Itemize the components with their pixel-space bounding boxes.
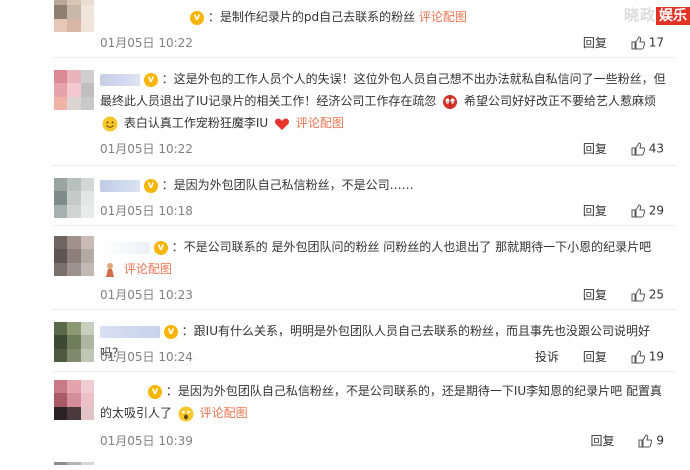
thumb-up-icon <box>631 350 645 364</box>
like-count: 25 <box>648 287 664 302</box>
comment-time: 01月05日 10:39 <box>100 434 193 448</box>
username-blurred[interactable] <box>100 73 140 86</box>
like-count: 29 <box>648 203 664 218</box>
comment-actions: 投诉 回复 19 <box>535 348 664 365</box>
like-count: 17 <box>648 35 664 50</box>
comment-actions: 回复 25 <box>583 286 664 303</box>
avatar[interactable] <box>54 322 94 362</box>
comment-body-2: 希望公司好好改正不要给艺人惹麻烦 <box>463 94 656 108</box>
reply-button[interactable]: 回复 <box>583 36 607 50</box>
verified-badge-icon: v <box>143 178 158 193</box>
avatar-partial[interactable] <box>54 462 94 470</box>
username-blurred[interactable] <box>100 241 150 254</box>
figure-emoji-icon <box>106 262 114 277</box>
comment-body: ：是因为外包团队自己私信粉丝，不是公司…… <box>161 178 414 192</box>
thumb-up-icon <box>631 288 645 302</box>
like-button[interactable]: 25 <box>631 287 664 302</box>
comment-text: v ：不是公司联系的 是外包团队问的粉丝 问粉丝的人也退出了 那就期待一下小恩的… <box>100 236 670 280</box>
verified-badge-icon: v <box>148 384 162 399</box>
comment-3: v ：是因为外包团队自己私信粉丝，不是公司…… 01月05日 10:18 回复 … <box>0 166 690 224</box>
thumb-up-icon <box>631 204 645 218</box>
comment-image-link[interactable]: 评论配图 <box>200 406 248 420</box>
like-button[interactable]: 9 <box>638 433 664 448</box>
comment-text: v ：是因为外包团队自己私信粉丝，不是公司联系的，还是期待一下IU李知恩的纪录片… <box>100 380 670 424</box>
reply-button[interactable]: 回复 <box>583 142 607 156</box>
comment-text: v ：是制作纪录片的pd自己去联系的粉丝 评论配图 <box>190 6 670 28</box>
comment-image-link[interactable]: 评论配图 <box>296 116 344 130</box>
thumb-up-icon <box>631 142 645 156</box>
comment-text: v ：是因为外包团队自己私信粉丝，不是公司…… <box>100 174 670 196</box>
comment-body: ：不是公司联系的 是外包团队问的粉丝 问粉丝的人也退出了 那就期待一下小恩的纪录… <box>171 240 652 254</box>
like-count: 19 <box>648 349 664 364</box>
reply-button[interactable]: 回复 <box>583 288 607 302</box>
avatar[interactable] <box>54 380 94 420</box>
comment-time: 01月05日 10:24 <box>100 350 193 364</box>
watermark-logo: 晓政 娱乐 <box>624 4 690 25</box>
comment-actions: 回复 29 <box>583 202 664 219</box>
report-button[interactable]: 投诉 <box>535 350 559 364</box>
comment-image-link[interactable]: 评论配图 <box>419 10 467 24</box>
like-count: 43 <box>648 141 664 156</box>
comment-actions: 回复 9 <box>591 432 664 449</box>
like-count: 9 <box>656 433 664 448</box>
comment-time: 01月05日 10:22 <box>100 36 193 50</box>
reply-button[interactable]: 回复 <box>583 350 607 364</box>
heart-icon <box>275 118 289 130</box>
comment-2: v ：这是外包的工作人员个人的失误！这位外包人员自己想不出办法就私自私信问了一些… <box>0 58 690 168</box>
like-button[interactable]: 43 <box>631 141 664 156</box>
avatar[interactable] <box>54 70 94 110</box>
comment-time: 01月05日 10:18 <box>100 204 193 218</box>
like-button[interactable]: 17 <box>631 35 664 50</box>
verified-badge-icon: v <box>163 324 178 339</box>
comment-time: 01月05日 10:23 <box>100 288 193 302</box>
reply-button[interactable]: 回复 <box>583 204 607 218</box>
comment-body: ：是制作纪录片的pd自己去联系的粉丝 <box>207 10 416 24</box>
thumb-up-icon <box>638 434 653 448</box>
comment-image-link[interactable]: 评论配图 <box>124 262 172 276</box>
reply-button[interactable]: 回复 <box>591 434 615 448</box>
comment-time: 01月05日 10:22 <box>100 142 193 156</box>
spiderman-emoji-icon <box>443 94 458 109</box>
comment-actions: 回复 43 <box>583 140 664 157</box>
smile-emoji-icon <box>102 116 118 131</box>
comment-6: v ：是因为外包团队自己私信粉丝，不是公司联系的，还是期待一下IU李知恩的纪录片… <box>0 372 690 462</box>
scared-emoji-icon <box>178 406 194 421</box>
avatar[interactable] <box>54 178 94 218</box>
comment-actions: 回复 17 <box>583 34 664 51</box>
comment-text: v ：这是外包的工作人员个人的失误！这位外包人员自己想不出办法就私自私信问了一些… <box>100 68 670 134</box>
thumb-up-icon <box>631 36 645 50</box>
verified-badge-icon: v <box>190 10 204 25</box>
like-button[interactable]: 19 <box>631 349 664 364</box>
comment-5: v ：跟IU有什么关系，明明是外包团队人员自己去联系的粉丝，而且事先也没跟公司说… <box>0 310 690 370</box>
verified-badge-icon: v <box>153 240 168 255</box>
avatar[interactable] <box>54 0 94 32</box>
like-button[interactable]: 29 <box>631 203 664 218</box>
username-blurred[interactable] <box>100 325 160 338</box>
verified-badge-icon: v <box>143 72 158 87</box>
comment-4: v ：不是公司联系的 是外包团队问的粉丝 问粉丝的人也退出了 那就期待一下小恩的… <box>0 226 690 306</box>
avatar[interactable] <box>54 236 94 276</box>
username-blurred[interactable] <box>100 179 140 192</box>
comment-body-3: 表白认真工作宠粉狂魔李IU <box>123 116 269 130</box>
comment-1: v ：是制作纪录片的pd自己去联系的粉丝 评论配图 01月05日 10:22 回… <box>0 0 690 52</box>
